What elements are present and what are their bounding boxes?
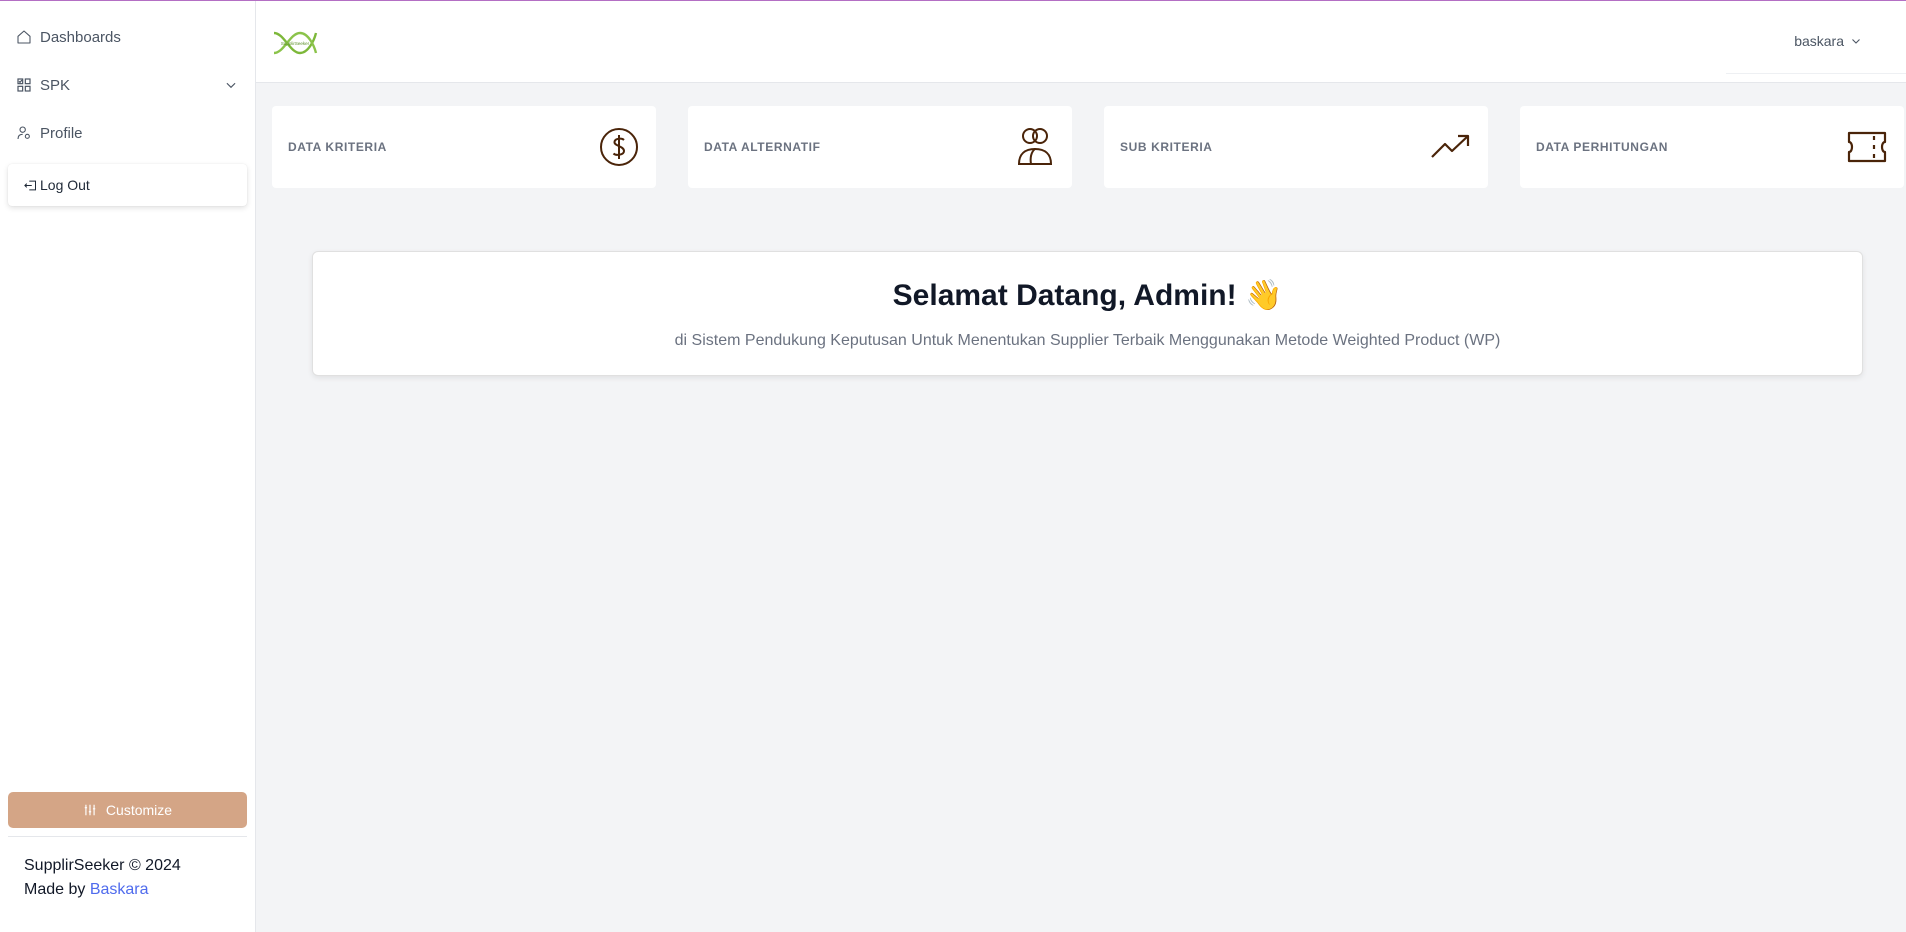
card-sub-kriteria[interactable]: SUB KRITERIA: [1104, 106, 1488, 188]
card-data-perhitungan[interactable]: DATA PERHITUNGAN: [1520, 106, 1904, 188]
trending-up-icon: [1430, 126, 1472, 168]
card-label: DATA ALTERNATIF: [704, 140, 821, 154]
logout-icon: [23, 178, 38, 193]
divider: [8, 836, 247, 837]
author-link[interactable]: Baskara: [90, 881, 149, 898]
customize-button[interactable]: Customize: [8, 792, 247, 828]
logout-button[interactable]: Log Out: [8, 164, 247, 206]
made-by: Made by Baskara: [24, 878, 181, 902]
sidebar-item-label: SPK: [40, 76, 71, 94]
sidebar: Dashboards SPK Profile Log Out Customize…: [0, 1, 256, 932]
user-menu-underline: [1726, 73, 1906, 74]
card-data-alternatif[interactable]: DATA ALTERNATIF: [688, 106, 1072, 188]
home-icon: [16, 29, 32, 45]
card-label: DATA KRITERIA: [288, 140, 387, 154]
user-menu[interactable]: baskara: [1794, 31, 1862, 51]
sidebar-item-dashboards[interactable]: Dashboards: [8, 17, 248, 57]
dollar-circle-icon: [598, 126, 640, 168]
brand-logo[interactable]: SupplirSeeker: [270, 25, 320, 61]
top-header: SupplirSeeker baskara: [256, 1, 1906, 83]
sidebar-item-label: Profile: [40, 124, 83, 142]
chevron-down-icon: [1850, 35, 1862, 47]
sidebar-item-profile[interactable]: Profile: [8, 113, 248, 153]
sidebar-footer: SupplirSeeker © 2024 Made by Baskara: [24, 854, 181, 902]
card-label: DATA PERHITUNGAN: [1536, 140, 1669, 154]
welcome-title: Selamat Datang, Admin! 👋: [892, 279, 1283, 312]
grid-icon: [16, 77, 32, 93]
card-data-kriteria[interactable]: DATA KRITERIA: [272, 106, 656, 188]
card-label: SUB KRITERIA: [1120, 140, 1213, 154]
user-name: baskara: [1794, 33, 1844, 49]
user-settings-icon: [16, 125, 32, 141]
welcome-panel: Selamat Datang, Admin! 👋 di Sistem Pendu…: [312, 251, 1863, 376]
made-by-text: Made by: [24, 881, 90, 898]
chevron-down-icon[interactable]: [224, 78, 238, 92]
sidebar-item-spk[interactable]: SPK: [8, 65, 248, 105]
logo-text: SupplirSeeker: [281, 41, 310, 46]
logout-label: Log Out: [40, 177, 90, 193]
ticket-icon: [1846, 126, 1888, 168]
users-icon: [1014, 126, 1056, 168]
sliders-icon: [83, 803, 97, 817]
sidebar-item-label: Dashboards: [40, 28, 121, 46]
customize-label: Customize: [105, 802, 173, 818]
copyright-text: SupplirSeeker © 2024: [24, 857, 181, 874]
welcome-subtitle: di Sistem Pendukung Keputusan Untuk Mene…: [674, 332, 1501, 349]
